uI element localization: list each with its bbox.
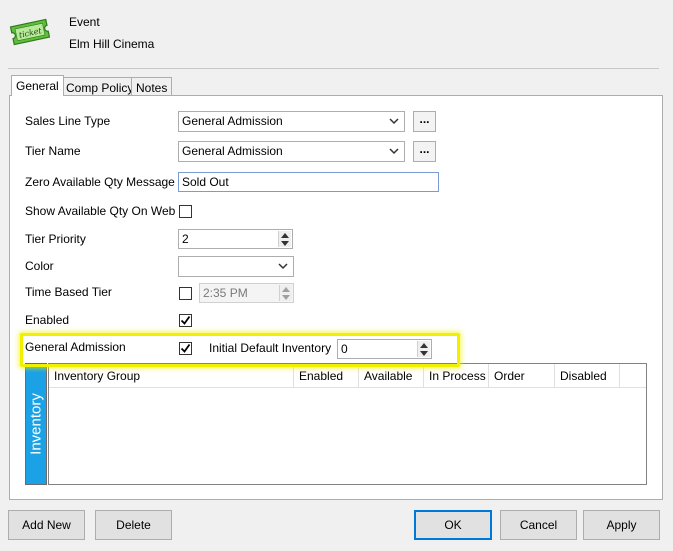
time-based-tier-checkbox[interactable] (179, 287, 192, 300)
tab-general[interactable]: General (11, 75, 64, 96)
initial-default-inventory-value: 0 (341, 342, 348, 356)
ok-button[interactable]: OK (414, 510, 492, 540)
show-available-qty-label: Show Available Qty On Web (25, 204, 176, 218)
column-header-order[interactable]: Order (489, 364, 555, 388)
zero-available-msg-label: Zero Available Qty Message (25, 175, 175, 189)
general-admission-label: General Admission (25, 340, 126, 354)
inventory-grid-header: Inventory Group Enabled Available In Pro… (49, 364, 646, 388)
tier-name-value: General Admission (182, 144, 283, 158)
spin-up-icon[interactable] (279, 231, 291, 239)
column-header-disabled[interactable]: Disabled (555, 364, 620, 388)
column-header-available[interactable]: Available (359, 364, 424, 388)
cancel-button[interactable]: Cancel (500, 510, 577, 540)
enabled-checkbox[interactable] (179, 314, 192, 327)
column-header-in-process[interactable]: In Process (424, 364, 489, 388)
tier-priority-label: Tier Priority (25, 232, 86, 246)
spin-down-icon[interactable] (418, 349, 430, 357)
tier-name-browse-button[interactable]: ... (413, 141, 436, 162)
initial-default-inventory-label: Initial Default Inventory (209, 341, 332, 355)
chevron-down-icon (277, 258, 289, 274)
time-based-tier-time-value: 2:35 PM (203, 286, 248, 300)
color-label: Color (25, 259, 54, 273)
tier-priority-stepper[interactable]: 2 (178, 229, 293, 249)
time-based-tier-label: Time Based Tier (25, 285, 112, 299)
column-header-enabled[interactable]: Enabled (294, 364, 359, 388)
page-subtitle: Elm Hill Cinema (69, 37, 155, 51)
ticket-icon: ticket (8, 14, 52, 50)
inventory-grid[interactable]: Inventory Group Enabled Available In Pro… (48, 363, 647, 485)
chevron-down-icon (388, 113, 400, 129)
tier-name-label: Tier Name (25, 144, 81, 158)
time-based-tier-time-input: 2:35 PM (199, 283, 294, 303)
initial-default-inventory-stepper[interactable]: 0 (337, 339, 432, 359)
spin-up-icon[interactable] (418, 341, 430, 349)
tier-name-select[interactable]: General Admission (178, 141, 405, 162)
sales-line-type-browse-button[interactable]: ... (413, 111, 436, 132)
add-new-button[interactable]: Add New (8, 510, 85, 540)
inventory-side-label: Inventory (27, 393, 45, 455)
page-title: Event (69, 15, 100, 29)
enabled-label: Enabled (25, 313, 70, 327)
spin-down-icon (280, 293, 292, 301)
show-available-qty-checkbox[interactable] (179, 205, 192, 218)
chevron-down-icon (388, 143, 400, 159)
sales-line-type-value: General Admission (182, 114, 283, 128)
sales-line-type-label: Sales Line Type (25, 114, 111, 128)
checkmark-icon (180, 315, 191, 325)
spin-up-icon (280, 285, 292, 293)
general-admission-checkbox[interactable] (179, 342, 192, 355)
inventory-side-tab: Inventory (25, 363, 47, 485)
checkmark-icon (180, 343, 191, 353)
tier-priority-value: 2 (182, 232, 189, 246)
zero-available-msg-input[interactable]: Sold Out (178, 172, 439, 192)
tab-comp-policy[interactable]: Comp Policy (61, 77, 139, 97)
delete-button[interactable]: Delete (95, 510, 172, 540)
apply-button[interactable]: Apply (583, 510, 660, 540)
sales-line-type-select[interactable]: General Admission (178, 111, 405, 132)
color-select[interactable] (178, 256, 294, 277)
spin-down-icon[interactable] (279, 239, 291, 247)
column-header-inventory-group[interactable]: Inventory Group (49, 364, 294, 388)
tab-notes[interactable]: Notes (131, 77, 173, 97)
header-divider (8, 68, 659, 69)
